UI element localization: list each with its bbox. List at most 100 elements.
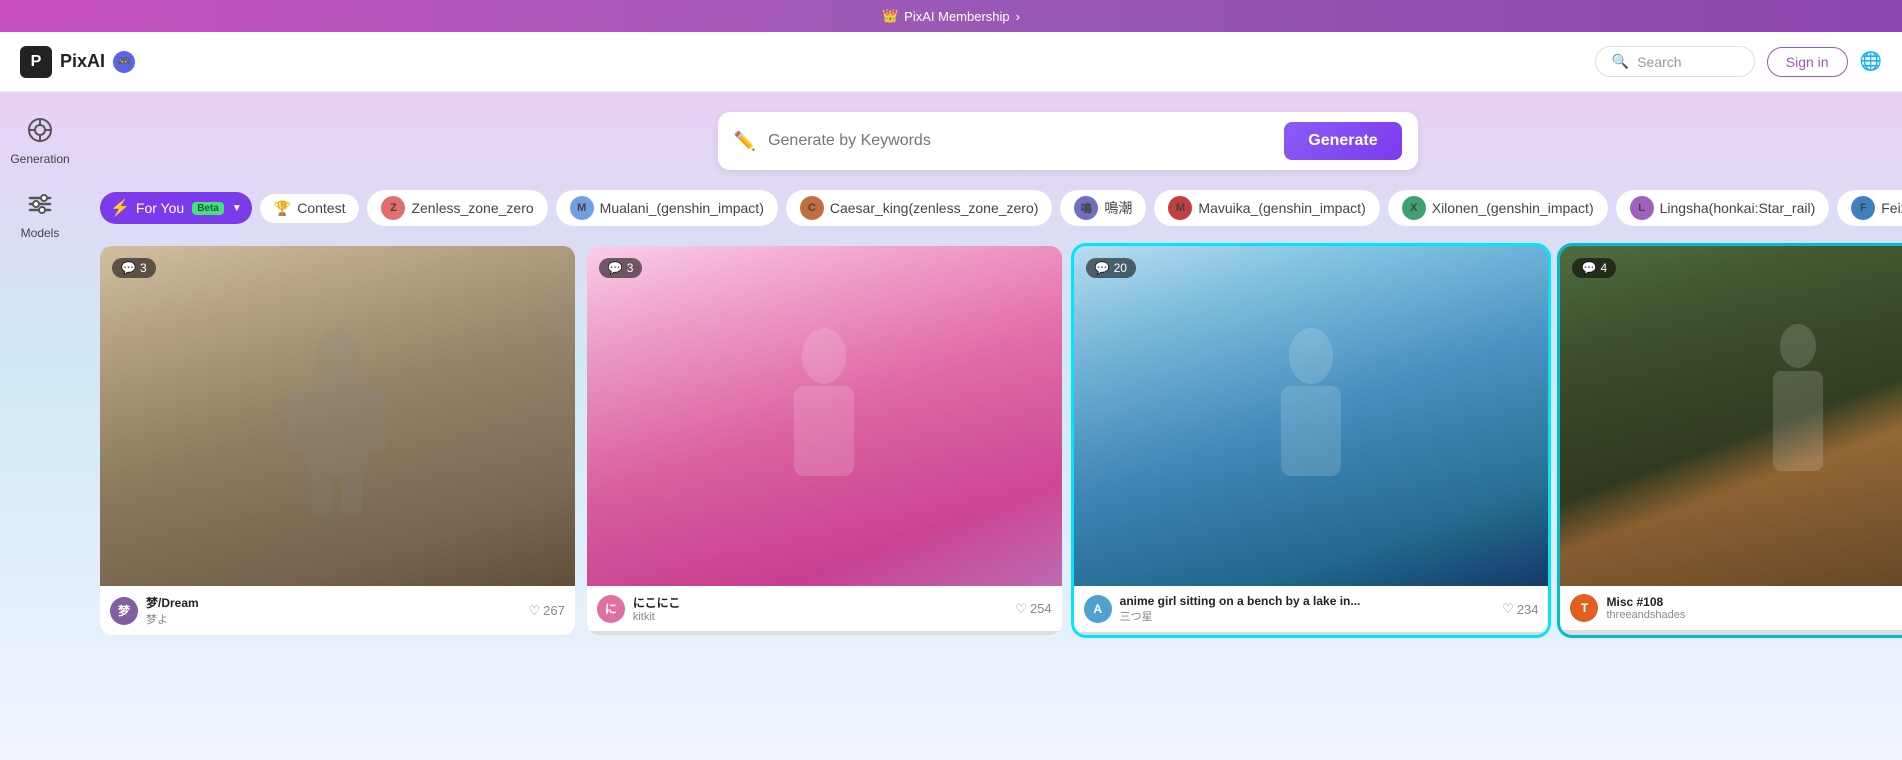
card-info-1: 梦/Dream 梦よ [146, 594, 520, 627]
likes-count-2: 254 [1030, 601, 1052, 616]
generate-button[interactable]: Generate [1284, 122, 1401, 160]
crown-icon: 👑 [882, 8, 898, 24]
comment-badge-2: 💬 3 [599, 258, 643, 278]
tab-for-you[interactable]: ⚡ For You Beta ▼ [100, 192, 252, 224]
generation-icon [22, 112, 58, 148]
search-icon: 🔍 [1612, 53, 1629, 70]
header: P PixAI 🎮 🔍 Search Sign in 🌐 [0, 32, 1902, 92]
naoto-avatar: 鳴 [1074, 196, 1098, 220]
xilonen-avatar: X [1402, 196, 1426, 220]
comment-count-3: 20 [1114, 261, 1127, 275]
mavuika-avatar: M [1168, 196, 1192, 220]
content-area: ✏️ Generate ⚡ For You Beta ▼ 🏆 Contest Z… [80, 92, 1902, 760]
tab-zenless[interactable]: Z Zenless_zone_zero [367, 190, 547, 226]
zenless-label: Zenless_zone_zero [411, 200, 533, 216]
logo-area[interactable]: P PixAI 🎮 [20, 46, 135, 78]
comment-badge-1: 💬 3 [112, 258, 156, 278]
image-card-3[interactable]: 💬 20 A anime girl sitting on a bench by … [1074, 246, 1549, 635]
xilonen-label: Xilonen_(genshin_impact) [1432, 200, 1594, 216]
pencil-icon: ✏️ [734, 131, 756, 152]
card-author-1: 梦よ [146, 611, 520, 627]
comment-badge-3: 💬 20 [1086, 258, 1136, 278]
sign-in-button[interactable]: Sign in [1767, 47, 1848, 77]
card-likes-3: ♡ 234 [1502, 601, 1538, 617]
card-author-2: kitkit [633, 611, 1007, 623]
tab-lingsha[interactable]: L Lingsha(honkai:Star_rail) [1616, 190, 1830, 226]
lingsha-avatar: L [1630, 196, 1654, 220]
card-avatar-3: A [1084, 595, 1112, 623]
card-author-4: threeandshades [1606, 609, 1902, 621]
heart-icon-3: ♡ [1502, 601, 1514, 617]
feixiao-label: Feixiao(honkai:Star_... [1881, 200, 1902, 216]
card-footer-2: に にこにこ kitkit ♡ 254 [587, 586, 1062, 631]
card-info-2: にこにこ kitkit [633, 594, 1007, 623]
tab-xilonen[interactable]: X Xilonen_(genshin_impact) [1388, 190, 1608, 226]
comment-icon-4: 💬 [1581, 261, 1596, 275]
logo-letter: P [31, 53, 42, 71]
discord-icon: 🎮 [117, 55, 132, 69]
likes-count-1: 267 [543, 603, 565, 618]
logo-box: P [20, 46, 52, 78]
tab-mualani[interactable]: M Mualani_(genshin_impact) [556, 190, 778, 226]
card-footer-4: T Misc #108 threeandshades ♡ 155 [1560, 586, 1902, 630]
sidebar-item-generation[interactable]: Generation [10, 112, 69, 166]
membership-banner[interactable]: 👑 PixAI Membership › [0, 0, 1902, 32]
for-you-label: For You [136, 200, 184, 216]
card-author-3: 三つ星 [1120, 608, 1494, 624]
feixiao-avatar: F [1851, 196, 1875, 220]
image-card-2[interactable]: 💬 3 に にこにこ kitkit ♡ 254 [587, 246, 1062, 635]
card-title-3: anime girl sitting on a bench by a lake … [1120, 594, 1494, 608]
comment-icon-3: 💬 [1095, 261, 1110, 275]
models-icon [22, 186, 58, 222]
lingsha-label: Lingsha(honkai:Star_rail) [1660, 200, 1816, 216]
brand-name: PixAI [60, 51, 105, 72]
tab-feixiao[interactable]: F Feixiao(honkai:Star_... [1837, 190, 1902, 226]
models-label: Models [21, 226, 60, 240]
language-icon[interactable]: 🌐 [1860, 51, 1882, 72]
card-footer-1: 梦 梦/Dream 梦よ ♡ 267 [100, 586, 575, 635]
contest-icon: 🏆 [274, 200, 291, 217]
sidebar: Generation Models [0, 92, 80, 760]
heart-icon-2: ♡ [1015, 601, 1027, 617]
discord-badge[interactable]: 🎮 [113, 51, 135, 73]
tab-naoto[interactable]: 鳴 鳴潮 [1060, 190, 1146, 226]
search-box[interactable]: 🔍 Search [1595, 46, 1755, 77]
image-card-1[interactable]: 💬 3 梦 梦/Dream 梦よ ♡ 267 [100, 246, 575, 635]
generate-bar: ✏️ Generate [718, 112, 1418, 170]
card-info-3: anime girl sitting on a bench by a lake … [1120, 594, 1494, 624]
comment-icon-1: 💬 [121, 261, 136, 275]
tab-caesar[interactable]: C Caesar_king(zenless_zone_zero) [786, 190, 1053, 226]
comment-count-1: 3 [140, 261, 147, 275]
comment-badge-4: 💬 4 [1572, 258, 1616, 278]
image-grid: 💬 3 梦 梦/Dream 梦よ ♡ 267 [100, 246, 1902, 635]
sidebar-item-models[interactable]: Models [21, 186, 60, 240]
card-title-4: Misc #108 [1606, 595, 1902, 609]
comment-count-2: 3 [627, 261, 634, 275]
card-info-4: Misc #108 threeandshades [1606, 595, 1902, 621]
caesar-label: Caesar_king(zenless_zone_zero) [830, 200, 1039, 216]
banner-arrow: › [1016, 9, 1020, 24]
card-title-2: にこにこ [633, 594, 1007, 611]
heart-icon-1: ♡ [528, 603, 540, 619]
chevron-down-icon: ▼ [232, 203, 242, 214]
comment-icon-2: 💬 [608, 261, 623, 275]
header-right: 🔍 Search Sign in 🌐 [1595, 46, 1882, 77]
generation-label: Generation [10, 152, 69, 166]
card-likes-1: ♡ 267 [528, 603, 564, 619]
main-layout: Generation Models ✏️ Generate [0, 92, 1902, 760]
image-card-4[interactable]: 💬 4 T Misc #108 threeandshades ♡ 155 [1560, 246, 1902, 635]
card-avatar-4: T [1570, 594, 1598, 622]
generate-input[interactable] [768, 132, 1272, 150]
card-avatar-2: に [597, 595, 625, 623]
contest-label: Contest [297, 200, 345, 216]
tab-contest[interactable]: 🏆 Contest [260, 194, 360, 223]
card-avatar-1: 梦 [110, 597, 138, 625]
search-placeholder-text: Search [1637, 54, 1681, 70]
zenless-avatar: Z [381, 196, 405, 220]
tab-mavuika[interactable]: M Mavuika_(genshin_impact) [1154, 190, 1379, 226]
card-title-1: 梦/Dream [146, 594, 520, 611]
mualani-avatar: M [570, 196, 594, 220]
card-footer-3: A anime girl sitting on a bench by a lak… [1074, 586, 1549, 632]
caesar-avatar: C [800, 196, 824, 220]
mavuika-label: Mavuika_(genshin_impact) [1198, 200, 1365, 216]
